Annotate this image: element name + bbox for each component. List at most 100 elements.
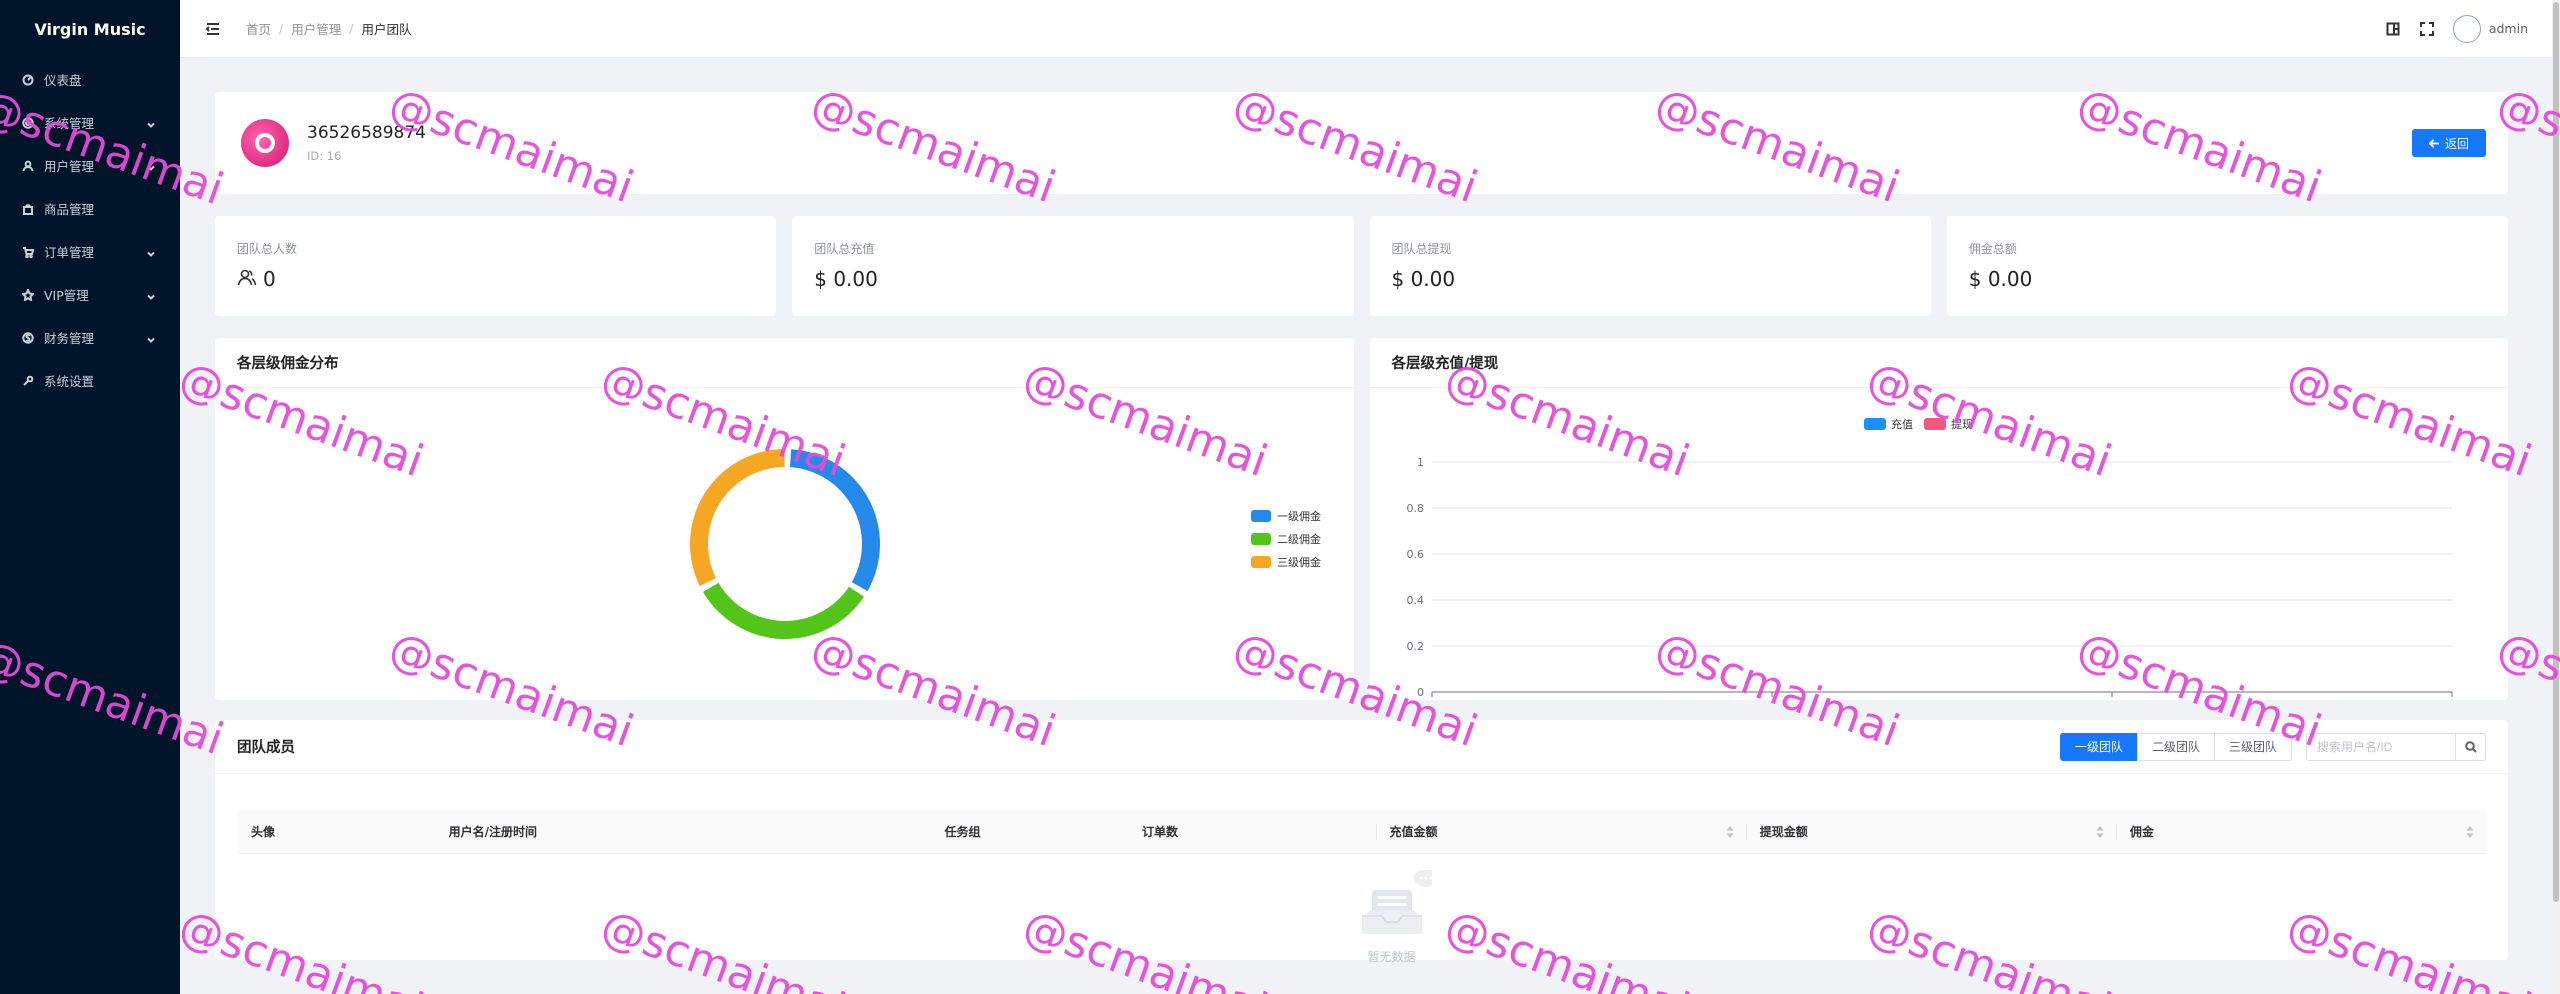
stat-label: 团队总提现 <box>1391 242 1452 256</box>
column-header-label: 任务组 <box>944 825 981 839</box>
table-header: 头像 用户名/注册时间 任务组 订单数 充值金额 提现金额 佣金 <box>237 810 2486 854</box>
profile-info: 36526589874 ID: 16 <box>307 123 426 163</box>
legend-label[interactable]: 三级佣金 <box>1277 555 1321 569</box>
sidebar-item-3[interactable]: 用户管理 <box>0 144 180 187</box>
pie-slice-3[interactable] <box>690 449 785 587</box>
top-header: 首页 / 用户管理 / 用户团队 admin <box>180 0 2552 58</box>
tab-level-2[interactable]: 二级团队 <box>2136 732 2215 761</box>
column-header-1: 头像 <box>237 810 435 854</box>
team-icon <box>237 268 259 290</box>
fullscreen-icon[interactable] <box>2419 21 2435 37</box>
legend-swatch[interactable] <box>1251 510 1271 522</box>
bag-icon <box>20 201 36 217</box>
stat-commission-total: 佣金总额 $ 0.00 <box>1946 216 2508 316</box>
column-header-label: 充值金额 <box>1389 825 1438 839</box>
page-scrollbar[interactable] <box>2552 0 2560 994</box>
chevron-down-icon <box>146 333 156 343</box>
charts-row: 各层级佣金分布 一级佣金 二级佣金 三级佣金 各层级充值/提现 充值 提现 0 0.2 0.… <box>215 338 2508 700</box>
sidebar-item-label: VIP管理 <box>44 288 89 303</box>
profile-card: 36526589874 ID: 16 返回 <box>215 92 2508 194</box>
team-members-card: 团队成员 一级团队 二级团队 三级团队 头像 用户名/注册时间 任务组 订单数 充值金额… <box>215 720 2508 964</box>
sidebar-item-label: 系统管理 <box>44 116 95 131</box>
sort-icon[interactable] <box>1726 825 1734 839</box>
sidebar-item-label: 系统设置 <box>44 374 95 389</box>
y-tick-label: 0.6 <box>1406 548 1424 561</box>
tab-level-3[interactable]: 三级团队 <box>2213 732 2292 761</box>
user-icon <box>20 158 36 174</box>
column-header-label: 佣金 <box>2129 825 2154 839</box>
back-button-label: 返回 <box>2444 136 2469 151</box>
sidebar-item-2[interactable]: 系统管理 <box>0 101 180 144</box>
legend-label[interactable]: 一级佣金 <box>1277 509 1321 523</box>
y-tick-label: 0.8 <box>1406 502 1424 515</box>
column-header-label: 头像 <box>251 825 276 839</box>
vip-icon <box>20 287 36 303</box>
sidebar-item-label: 财务管理 <box>44 331 95 346</box>
sort-icon[interactable] <box>2096 825 2104 839</box>
column-header-5[interactable]: 充值金额 <box>1375 810 1746 854</box>
chart-title: 各层级佣金分布 <box>215 338 1354 388</box>
sidebar-item-7[interactable]: 财务管理 <box>0 316 180 359</box>
breadcrumb-user-mgmt[interactable]: 用户管理 <box>291 19 341 38</box>
stat-value-text: $ 0.00 <box>1391 267 1456 291</box>
sidebar-menu: 仪表盘系统管理用户管理商品管理 订单管理 VIP管理财务管理系统设置 <box>0 58 180 402</box>
scrollbar-thumb[interactable] <box>2553 2 2559 902</box>
settings-icon <box>20 115 36 131</box>
chevron-down-icon <box>146 290 156 300</box>
legend-label[interactable]: 二级佣金 <box>1277 532 1321 546</box>
legend-swatch[interactable] <box>1251 556 1271 568</box>
member-search <box>2306 732 2486 761</box>
stat-value-text: 0 <box>263 267 276 291</box>
tool-icon <box>20 373 36 389</box>
chevron-down-icon <box>146 161 156 171</box>
sidebar-item-8[interactable]: 系统设置 <box>0 359 180 402</box>
column-header-6[interactable]: 提现金额 <box>1745 810 2116 854</box>
pie-slice-1[interactable] <box>790 449 880 592</box>
legend-label[interactable]: 充值 <box>1891 417 1913 431</box>
recharge-bar-chart: 充值提现00.20.40.60.81一级团队二级团队三级团队 <box>1406 417 2452 699</box>
legend-swatch[interactable] <box>1251 533 1271 545</box>
breadcrumb-home[interactable]: 首页 <box>246 19 271 38</box>
legend-label[interactable]: 提现 <box>1951 418 1973 431</box>
column-header-3: 任务组 <box>930 810 1128 854</box>
y-tick-label: 0.4 <box>1406 594 1424 607</box>
menu-collapse-icon[interactable] <box>204 20 222 38</box>
empty-text: 暂无数据 <box>1367 950 1416 964</box>
layout-icon[interactable] <box>2385 21 2401 37</box>
member-search-input[interactable] <box>2306 732 2456 761</box>
stat-team-withdraw: 团队总提现 $ 0.00 <box>1369 216 1931 316</box>
stat-team-count: 团队总人数 0 <box>215 216 777 316</box>
y-tick-label: 0 <box>1417 686 1424 699</box>
legend-swatch[interactable] <box>1863 418 1886 430</box>
sidebar-item-label: 用户管理 <box>44 159 95 174</box>
tab-level-1[interactable]: 一级团队 <box>2059 732 2138 761</box>
pie-slice-2[interactable] <box>702 582 865 639</box>
breadcrumb-separator: / <box>349 21 354 36</box>
column-header-label: 提现金额 <box>1759 825 1808 839</box>
stat-value-text: $ 0.00 <box>1968 267 2033 291</box>
main-content: 36526589874 ID: 16 返回 团队总人数 0 团队总充值 $ 0.… <box>215 92 2508 964</box>
profile-name: 36526589874 <box>307 123 426 143</box>
user-menu[interactable]: admin <box>2452 14 2528 43</box>
back-button[interactable]: 返回 <box>2412 129 2486 157</box>
chart-title: 各层级充值/提现 <box>1369 338 2508 388</box>
stat-team-recharge: 团队总充值 $ 0.00 <box>792 216 1354 316</box>
sort-icon[interactable] <box>2466 825 2474 839</box>
search-icon[interactable] <box>2456 732 2486 761</box>
profile-id: ID: 16 <box>307 149 342 163</box>
sidebar-item-1[interactable]: 仪表盘 <box>0 58 180 101</box>
header-actions: admin <box>2385 14 2528 43</box>
members-title: 团队成员 <box>237 740 295 756</box>
column-header-label: 用户名/注册时间 <box>448 825 537 839</box>
breadcrumb: 首页 / 用户管理 / 用户团队 <box>246 19 411 38</box>
sidebar-item-5[interactable]: 订单管理 <box>0 230 180 273</box>
sidebar-item-4[interactable]: 商品管理 <box>0 187 180 230</box>
legend-swatch[interactable] <box>1923 418 1946 430</box>
column-header-7[interactable]: 佣金 <box>2115 810 2486 854</box>
members-table: 头像 用户名/注册时间 任务组 订单数 充值金额 提现金额 佣金 <box>237 810 2486 854</box>
sidebar-item-6[interactable]: VIP管理 <box>0 273 180 316</box>
stat-value: 0 <box>237 267 754 291</box>
recharge-chart-card: 各层级充值/提现 充值提现00.20.40.60.81一级团队二级团队三级团队 <box>1369 338 2508 700</box>
stat-label: 佣金总额 <box>1968 242 2017 256</box>
column-header-label: 订单数 <box>1142 825 1179 839</box>
